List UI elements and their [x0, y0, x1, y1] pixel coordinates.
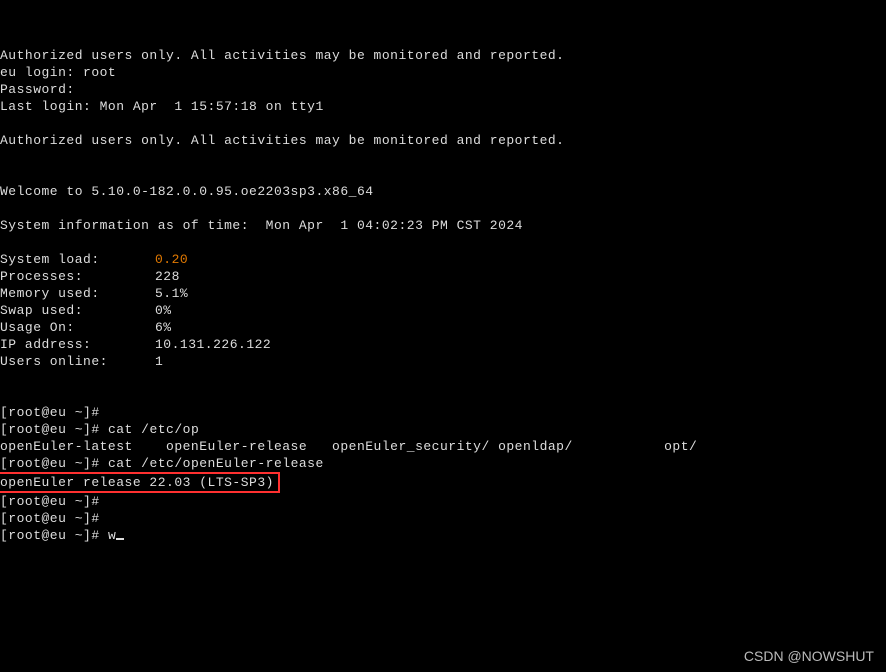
auth-banner-1: Authorized users only. All activities ma… [0, 48, 565, 63]
tab-completions: openEuler-latest openEuler-release openE… [0, 439, 697, 454]
login-prompt: eu login: root [0, 65, 116, 80]
ip-value: 10.131.226.122 [155, 337, 271, 352]
sysinfo-header: System information as of time: Mon Apr 1… [0, 218, 523, 233]
cmd-cat-release: cat /etc/openEuler-release [108, 456, 324, 471]
processes-value: 228 [155, 269, 180, 284]
release-text: openEuler release 22.03 (LTS-SP3) [0, 475, 274, 490]
prompt-empty-1: [root@eu ~]# [0, 405, 100, 420]
memory-value: 5.1% [155, 286, 188, 301]
system-load-value: 0.20 [155, 252, 188, 267]
ip-label: IP address: [0, 336, 155, 353]
password-prompt: Password: [0, 82, 75, 97]
auth-banner-2: Authorized users only. All activities ma… [0, 133, 565, 148]
welcome-line: Welcome to 5.10.0-182.0.0.95.oe2203sp3.x… [0, 184, 374, 199]
cmd-w: w [108, 528, 116, 543]
cmd-cat-op: cat /etc/op [108, 422, 199, 437]
usage-label: Usage On: [0, 319, 155, 336]
release-highlight: openEuler release 22.03 (LTS-SP3) [0, 472, 280, 493]
processes-label: Processes: [0, 268, 155, 285]
users-label: Users online: [0, 353, 155, 370]
terminal-output[interactable]: Authorized users only. All activities ma… [0, 30, 886, 544]
system-load-label: System load: [0, 251, 155, 268]
swap-value: 0% [155, 303, 172, 318]
prompt-cmd-3: [root@eu ~]# [0, 528, 100, 543]
prompt-cmd-1: [root@eu ~]# [0, 422, 100, 437]
prompt-empty-2: [root@eu ~]# [0, 494, 100, 509]
users-value: 1 [155, 354, 163, 369]
last-login: Last login: Mon Apr 1 15:57:18 on tty1 [0, 99, 324, 114]
watermark: CSDN @NOWSHUT [744, 648, 874, 664]
usage-value: 6% [155, 320, 172, 335]
memory-label: Memory used: [0, 285, 155, 302]
prompt-empty-3: [root@eu ~]# [0, 511, 100, 526]
cursor-icon [116, 538, 124, 540]
swap-label: Swap used: [0, 302, 155, 319]
prompt-cmd-2: [root@eu ~]# [0, 456, 100, 471]
